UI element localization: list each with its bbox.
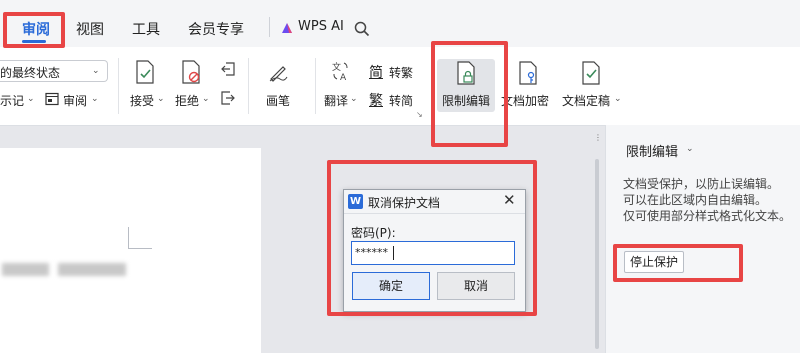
review-pane-label[interactable]: 审阅 <box>63 92 87 109</box>
chevron-down-icon: ⌄ <box>350 94 358 104</box>
blurred-text <box>58 263 126 276</box>
highlight-box <box>327 160 537 316</box>
restrict-edit-panel: 限制编辑 ⌄ 文档受保护，以防止误编辑。 可以在此区域内自由编辑。 仅可使用部分… <box>605 125 800 353</box>
menu-bar: 审阅 视图 工具 会员专享 WPS AI <box>0 0 800 47</box>
ribbon-separator <box>315 58 316 114</box>
chevron-down-icon[interactable]: ⌄ <box>686 144 694 154</box>
scroll-handle-icon: ⋮ <box>594 133 602 142</box>
chevron-down-icon: ⌄ <box>202 94 210 104</box>
menu-divider <box>269 17 270 37</box>
to-traditional-icon[interactable]: 简 <box>369 62 383 82</box>
tab-view[interactable]: 视图 <box>76 19 104 39</box>
chevron-down-icon: ⌄ <box>27 94 35 104</box>
translate-label[interactable]: 翻译 <box>324 92 348 109</box>
pen-label[interactable]: 画笔 <box>266 92 290 109</box>
tab-tools[interactable]: 工具 <box>132 19 160 39</box>
reject-icon[interactable] <box>180 60 202 84</box>
ribbon-separator <box>118 58 119 114</box>
display-state-value: 的最终状态 <box>0 66 61 80</box>
panel-desc-line: 可以在此区域内自由编辑。 <box>623 193 768 207</box>
display-state-select[interactable]: 的最终状态 ⌄ <box>0 60 108 82</box>
highlight-box <box>613 244 743 282</box>
group-expand-icon[interactable]: ↘ <box>416 110 423 119</box>
review-pane-icon <box>45 92 59 106</box>
encrypt-icon[interactable] <box>517 61 539 85</box>
finalize-icon[interactable] <box>580 61 602 85</box>
panel-title: 限制编辑 <box>626 145 679 160</box>
highlight-box <box>3 12 65 48</box>
chevron-down-icon: ⌄ <box>157 94 165 104</box>
to-simplified-label[interactable]: 转简 <box>389 92 413 109</box>
svg-text:A: A <box>340 73 347 82</box>
wps-ai-button[interactable]: WPS AI <box>298 19 344 34</box>
search-icon[interactable] <box>354 21 370 37</box>
margin-corner-mark <box>128 248 152 249</box>
finalize-label[interactable]: 文档定稿 <box>562 92 610 109</box>
panel-desc-line: 仅可使用部分样式格式化文本。 <box>623 209 792 223</box>
accept-label[interactable]: 接受 <box>130 92 154 109</box>
pen-icon[interactable] <box>268 62 288 82</box>
chevron-down-icon: ⌄ <box>92 66 100 76</box>
markup-label[interactable]: 示记 <box>0 92 24 109</box>
blurred-text <box>2 263 49 276</box>
ribbon-separator <box>248 58 249 114</box>
to-traditional-label[interactable]: 转繁 <box>389 64 413 81</box>
reject-label[interactable]: 拒绝 <box>175 92 199 109</box>
vertical-scrollbar[interactable]: ⋮ <box>594 129 602 353</box>
margin-corner-mark <box>128 227 129 249</box>
encrypt-label[interactable]: 文档加密 <box>501 92 549 109</box>
previous-change-icon[interactable] <box>220 61 236 77</box>
chevron-down-icon: ⌄ <box>614 94 622 104</box>
highlight-box <box>431 41 508 147</box>
document-page[interactable] <box>0 148 261 353</box>
chevron-down-icon: ⌄ <box>91 94 99 104</box>
ribbon <box>0 47 800 126</box>
tab-member[interactable]: 会员专享 <box>188 19 244 39</box>
scrollbar-thumb[interactable] <box>595 159 599 349</box>
next-change-icon[interactable] <box>220 90 236 106</box>
wps-ai-icon <box>280 21 294 35</box>
svg-text:文: 文 <box>332 61 341 73</box>
accept-icon[interactable] <box>134 60 156 84</box>
translate-icon[interactable]: 文A <box>330 60 350 82</box>
panel-desc-line: 文档受保护，以防止误编辑。 <box>623 177 780 191</box>
to-simplified-icon[interactable]: 繁 <box>369 90 383 110</box>
